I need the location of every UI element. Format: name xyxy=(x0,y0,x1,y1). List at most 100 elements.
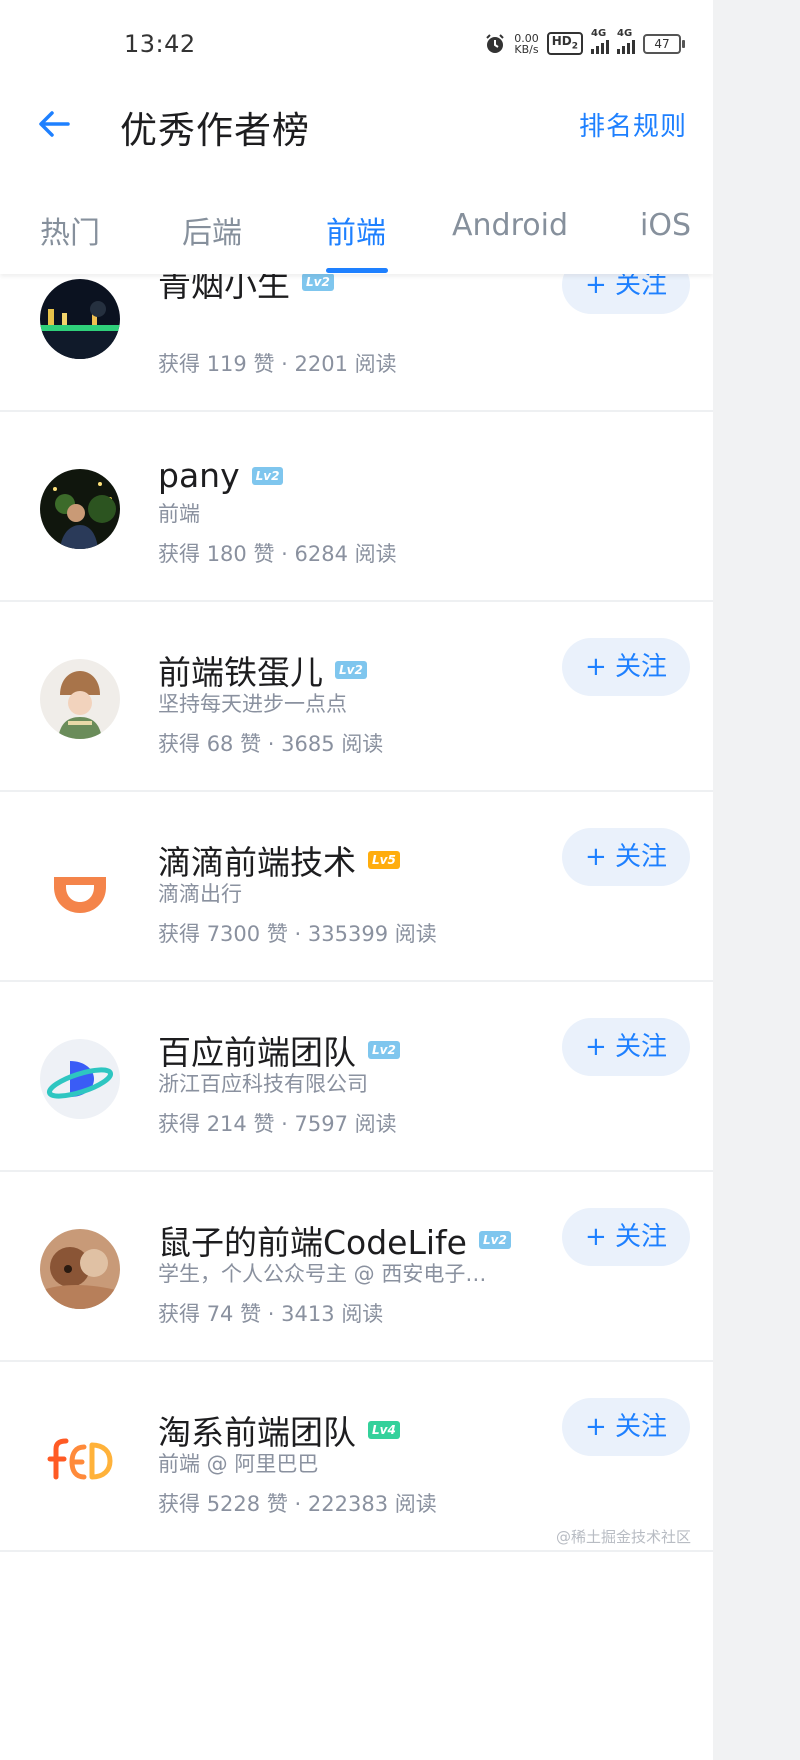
author-row[interactable]: pany Lv2 前端 获得 180 赞 · 6284 阅读 xyxy=(0,412,713,602)
right-gutter xyxy=(713,0,800,1760)
follow-button[interactable]: + 关注 xyxy=(562,828,690,886)
author-desc: 前端 @ 阿里巴巴 xyxy=(158,1452,319,1476)
tab-ios[interactable]: iOS xyxy=(640,208,691,243)
network-speed: 0.00 KB/s xyxy=(514,33,539,55)
follow-button[interactable]: + 关注 xyxy=(562,1208,690,1266)
stats-got-label: 获得 xyxy=(158,922,200,946)
back-arrow-icon[interactable] xyxy=(36,106,80,150)
reads-unit: 阅读 xyxy=(354,542,397,566)
stats-separator: · xyxy=(281,1112,288,1136)
author-row[interactable]: 鼠子的前端CodeLife Lv2 学生，个人公众号主 @ 西安电子… 获得 7… xyxy=(0,1172,713,1362)
likes-count: 7300 xyxy=(206,922,261,946)
author-stats: 获得 119 赞 · 2201 阅读 xyxy=(158,348,397,378)
network-type-2: 4G xyxy=(617,27,633,39)
reads-unit: 阅读 xyxy=(341,732,384,756)
likes-unit: 赞 xyxy=(253,1112,275,1136)
stats-separator: · xyxy=(267,1302,275,1326)
reads-count: 335399 xyxy=(307,922,389,946)
author-name[interactable]: 百应前端团队 xyxy=(158,1026,356,1074)
reads-count: 3685 xyxy=(281,732,335,756)
author-row[interactable]: 淘系前端团队 Lv4 前端 @ 阿里巴巴 获得 5228 赞 · 222383 … xyxy=(0,1362,713,1552)
avatar[interactable] xyxy=(40,659,120,739)
avatar[interactable] xyxy=(40,1419,120,1499)
stats-separator: · xyxy=(294,922,302,946)
author-name[interactable]: 淘系前端团队 xyxy=(158,1406,356,1454)
rank-rule-link[interactable]: 排名规则 xyxy=(579,106,687,143)
tab-backend[interactable]: 后端 xyxy=(182,208,242,252)
watermark: @稀土掘金技术社区 xyxy=(555,1528,691,1546)
author-name-row: pany Lv2 xyxy=(158,456,284,495)
page-header: 优秀作者榜 排名规则 xyxy=(0,88,713,178)
speed-unit: KB/s xyxy=(514,42,539,56)
status-icons: 0.00 KB/s HD2 4G 4G 47 xyxy=(484,28,685,56)
author-name[interactable]: pany xyxy=(158,456,240,495)
likes-count: 74 xyxy=(206,1302,234,1326)
author-stats: 获得 7300 赞 · 335399 阅读 xyxy=(158,918,437,948)
battery-icon: 47 xyxy=(643,33,685,54)
reads-unit: 阅读 xyxy=(341,1302,384,1326)
reads-unit: 阅读 xyxy=(354,1112,397,1136)
level-badge: Lv2 xyxy=(302,273,334,291)
avatar[interactable] xyxy=(40,849,120,929)
author-row[interactable]: 滴滴前端技术 Lv5 滴滴出行 获得 7300 赞 · 335399 阅读 + … xyxy=(0,792,713,982)
app-screen: 13:42 0.00 KB/s HD2 4G 4G 47 优秀作者榜 排名规则 热… xyxy=(0,0,713,1760)
level-badge: Lv2 xyxy=(335,661,367,679)
likes-unit: 赞 xyxy=(240,732,262,756)
author-name-row: 百应前端团队 Lv2 xyxy=(158,1026,400,1074)
author-row[interactable]: 百应前端团队 Lv2 浙江百应科技有限公司 获得 214 赞 · 7597 阅读… xyxy=(0,982,713,1172)
likes-count: 5228 xyxy=(206,1492,261,1516)
likes-count: 68 xyxy=(206,732,234,756)
author-desc: 滴滴出行 xyxy=(158,882,242,906)
likes-unit: 赞 xyxy=(240,1302,262,1326)
battery-level: 47 xyxy=(654,36,670,51)
author-stats: 获得 68 赞 · 3685 阅读 xyxy=(158,728,383,758)
avatar[interactable] xyxy=(40,469,120,549)
reads-count: 222383 xyxy=(307,1492,389,1516)
author-name[interactable]: 前端铁蛋儿 xyxy=(158,646,323,694)
category-tabs: 热门 后端 前端 Android iOS xyxy=(0,178,713,274)
tab-frontend[interactable]: 前端 xyxy=(326,208,386,252)
author-stats: 获得 74 赞 · 3413 阅读 xyxy=(158,1298,383,1328)
avatar[interactable] xyxy=(40,1039,120,1119)
author-row[interactable]: 前端铁蛋儿 Lv2 坚持每天进步一点点 获得 68 赞 · 3685 阅读 + … xyxy=(0,602,713,792)
stats-got-label: 获得 xyxy=(158,732,200,756)
hd-icon: HD2 xyxy=(546,32,583,56)
reads-unit: 阅读 xyxy=(394,1492,437,1516)
follow-button[interactable]: + 关注 xyxy=(562,1398,690,1456)
author-name-row: 滴滴前端技术 Lv5 xyxy=(158,836,400,884)
likes-count: 214 xyxy=(206,1112,247,1136)
reads-count: 3413 xyxy=(281,1302,335,1326)
likes-unit: 赞 xyxy=(266,1492,288,1516)
tab-hot[interactable]: 热门 xyxy=(40,208,100,252)
avatar[interactable] xyxy=(40,1229,120,1309)
author-name[interactable]: 鼠子的前端CodeLife xyxy=(158,1216,467,1264)
author-name[interactable]: 滴滴前端技术 xyxy=(158,836,356,884)
reads-count: 6284 xyxy=(294,542,348,566)
likes-unit: 赞 xyxy=(253,542,275,566)
tab-android[interactable]: Android xyxy=(452,208,568,243)
hd-sub: 2 xyxy=(571,41,578,52)
likes-unit: 赞 xyxy=(253,352,275,376)
follow-button[interactable]: + 关注 xyxy=(562,638,690,696)
status-time: 13:42 xyxy=(124,30,196,58)
reads-unit: 阅读 xyxy=(394,922,437,946)
level-badge: Lv5 xyxy=(368,851,400,869)
level-badge: Lv2 xyxy=(251,466,284,485)
signal-icon: 4G xyxy=(617,28,635,54)
author-stats: 获得 5228 赞 · 222383 阅读 xyxy=(158,1488,437,1518)
author-desc: 前端 xyxy=(158,502,200,526)
stats-separator: · xyxy=(267,732,275,756)
level-badge: Lv4 xyxy=(368,1421,400,1439)
alarm-icon xyxy=(486,33,504,53)
avatar[interactable] xyxy=(40,279,120,359)
active-tab-indicator xyxy=(326,268,388,273)
follow-button[interactable]: + 关注 xyxy=(562,1018,690,1076)
author-desc: 坚持每天进步一点点 xyxy=(158,692,347,716)
stats-separator: · xyxy=(281,352,288,376)
hd-label: HD xyxy=(551,34,572,48)
author-stats: 获得 180 赞 · 6284 阅读 xyxy=(158,538,397,568)
level-badge: Lv2 xyxy=(368,1041,400,1059)
reads-unit: 阅读 xyxy=(354,352,397,376)
level-badge: Lv2 xyxy=(478,1231,511,1249)
stats-separator: · xyxy=(294,1492,302,1516)
